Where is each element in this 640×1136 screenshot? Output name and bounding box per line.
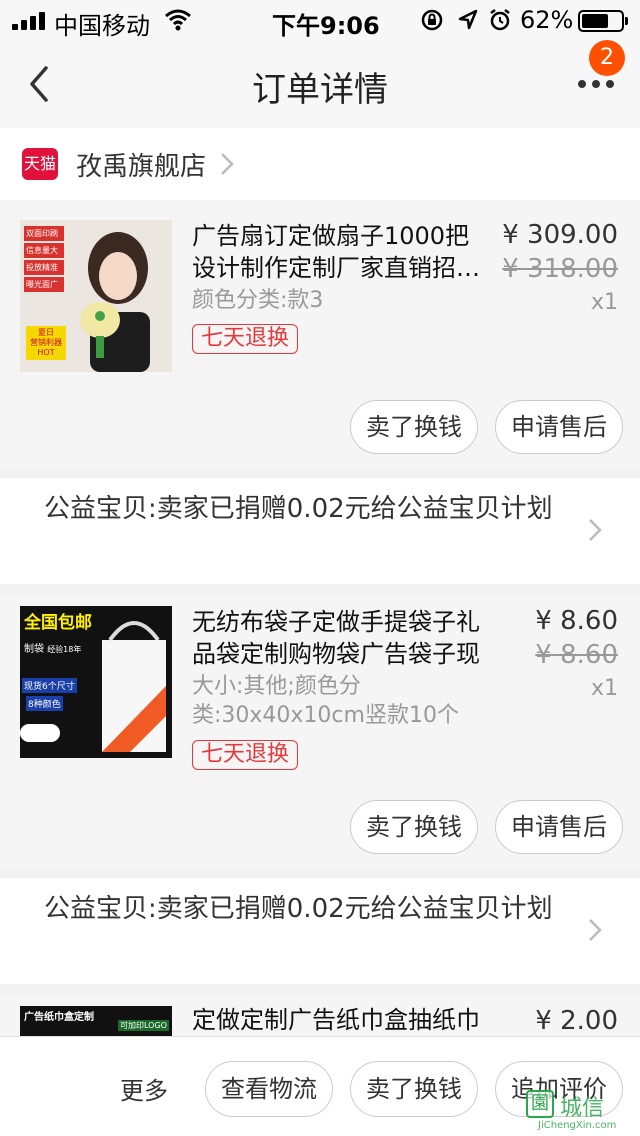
order-item[interactable]: 双面印刷 信息量大 投放精准 曝光面广 夏日 营销利器 HOT 广告扇订定做扇子… [0,200,640,470]
lock-rotation-icon [421,9,443,31]
product-thumbnail[interactable]: 全国包邮 制袋 经验18年 现货6个尺寸 8种颜色 [20,606,172,758]
battery-icon [578,10,628,32]
view-logistics-button[interactable]: 查看物流 [205,1061,333,1117]
watermark-domain: JiChengXin.com [538,1120,617,1131]
product-price: ¥ 8.60 [535,606,618,636]
thumb-promo-label: 夏日 营销利器 HOT [26,326,66,360]
tmall-logo: 天猫 [22,148,58,180]
alarm-icon [490,9,510,31]
watermark: 園 城信 JiChengXin.com [520,1090,638,1134]
carrier-name: 中国移动 [54,12,150,40]
original-price: ¥ 8.60 [535,640,618,670]
more-actions-button[interactable]: 更多 [120,1071,168,1106]
product-title[interactable]: 定做定制广告纸巾盒抽纸巾广 [192,1004,492,1036]
charity-text: 公益宝贝:卖家已捐赠0.02元给公益宝贝计划 [44,894,553,924]
charity-row[interactable]: 公益宝贝:卖家已捐赠0.02元给公益宝贝计划 [0,478,640,584]
product-sku: 颜色分类:款3 [192,288,324,313]
clock-time: 下午9:06 [272,12,380,40]
product-sku: 大小:其他;颜色分类:30x40x10cm竖款10个 [192,674,459,728]
battery-percent: 62% [520,6,574,34]
product-price: ¥ 2.00 [535,1006,618,1036]
thumb-color-label: 8种颜色 [26,696,63,711]
signal-icon [12,12,45,30]
after-sales-button[interactable]: 申请售后 [495,400,623,454]
sell-button[interactable]: 卖了换钱 [350,400,478,454]
product-price: ¥ 309.00 [502,220,618,250]
product-thumbnail[interactable]: 广告纸巾盒定制 可加印LOGO [20,1006,172,1036]
wifi-icon [165,9,191,31]
sell-button[interactable]: 卖了换钱 [350,800,478,854]
return-policy-tag: 七天退换 [192,740,299,770]
page-title: 订单详情 [252,70,388,110]
shop-name: 孜禹旗舰店 [76,152,207,182]
after-sales-button[interactable]: 申请售后 [495,800,623,854]
product-quantity: x1 [590,290,618,315]
chevron-right-icon [221,153,234,175]
sell-button[interactable]: 卖了换钱 [350,1061,478,1117]
thumb-experience-label: 制袋 经验18年 [24,644,82,655]
location-arrow-icon [458,9,478,30]
status-bar: 中国移动 下午9:06 62% [0,0,640,40]
more-dots-icon[interactable] [574,74,618,94]
thumb-product-label: 广告纸巾盒定制 [24,1012,94,1023]
notification-badge: 2 [589,40,625,76]
order-item[interactable]: 全国包邮 制袋 经验18年 现货6个尺寸 8种颜色 无纺布袋子定做手提袋子礼品袋… [0,594,640,870]
thumb-logo-label: 可加印LOGO [118,1020,169,1031]
thumb-size-label: 现货6个尺寸 [22,678,77,693]
watermark-text: 城信 [560,1096,605,1121]
thumb-shipping-label: 全国包邮 [24,613,92,633]
watermark-logo-icon: 園 [526,1090,554,1118]
chevron-right-icon [589,919,602,941]
charity-row[interactable]: 公益宝贝:卖家已捐赠0.02元给公益宝贝计划 [0,878,640,984]
shop-row[interactable]: 天猫 孜禹旗舰店 [0,128,640,200]
product-title[interactable]: 广告扇订定做扇子1000把设计制作定制厂家直销招… [192,220,492,284]
order-item[interactable]: 广告纸巾盒定制 可加印LOGO 定做定制广告纸巾盒抽纸巾广 ¥ 2.00 [0,994,640,1036]
product-thumbnail[interactable]: 双面印刷 信息量大 投放精准 曝光面广 夏日 营销利器 HOT [20,220,172,372]
return-policy-tag: 七天退换 [192,324,299,354]
nav-bar: 订单详情 2 [0,40,640,128]
thumb-feature-labels: 双面印刷 信息量大 投放精准 曝光面广 [24,226,64,292]
charity-text: 公益宝贝:卖家已捐赠0.02元给公益宝贝计划 [44,494,553,524]
original-price: ¥ 318.00 [502,254,618,284]
product-title[interactable]: 无纺布袋子定做手提袋子礼品袋定制购物袋广告袋子现货… [192,606,492,670]
chevron-right-icon [589,519,602,541]
product-quantity: x1 [590,676,618,701]
